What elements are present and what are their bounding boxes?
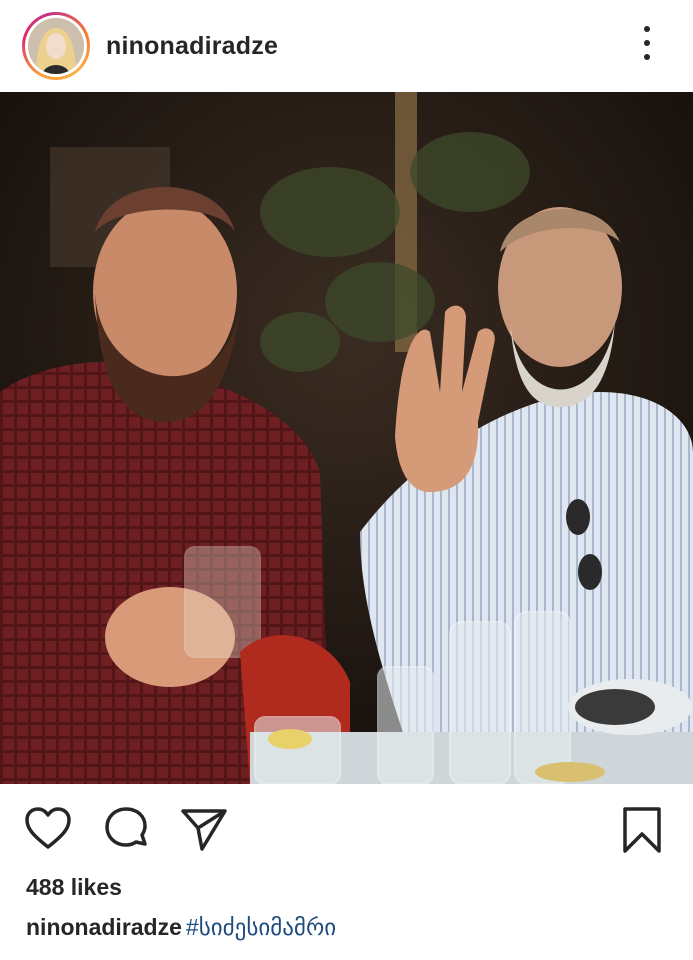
paper-plane-icon[interactable] bbox=[180, 806, 228, 857]
post-caption: ninonadiradze #სიძესიმამრი bbox=[26, 914, 336, 941]
avatar-border bbox=[25, 15, 87, 77]
post-username[interactable]: ninonadiradze bbox=[106, 32, 278, 61]
avatar[interactable] bbox=[28, 18, 84, 74]
caption-username[interactable]: ninonadiradze bbox=[26, 914, 182, 940]
more-dot bbox=[644, 54, 650, 60]
heart-icon[interactable] bbox=[24, 806, 72, 855]
more-options-icon[interactable] bbox=[635, 26, 659, 60]
comment-icon[interactable] bbox=[104, 806, 150, 857]
avatar-image bbox=[28, 18, 84, 74]
more-dot bbox=[644, 26, 650, 32]
story-ring[interactable] bbox=[22, 12, 90, 80]
likes-count[interactable]: 488 likes bbox=[26, 874, 122, 901]
bookmark-icon[interactable] bbox=[622, 806, 662, 859]
post-header: ninonadiradze bbox=[0, 0, 693, 92]
more-dot bbox=[644, 40, 650, 46]
action-bar bbox=[0, 800, 693, 860]
photo-illustration bbox=[0, 92, 693, 784]
caption-hashtag[interactable]: #სიძესიმამრი bbox=[186, 914, 336, 940]
post-photo[interactable] bbox=[0, 92, 693, 784]
